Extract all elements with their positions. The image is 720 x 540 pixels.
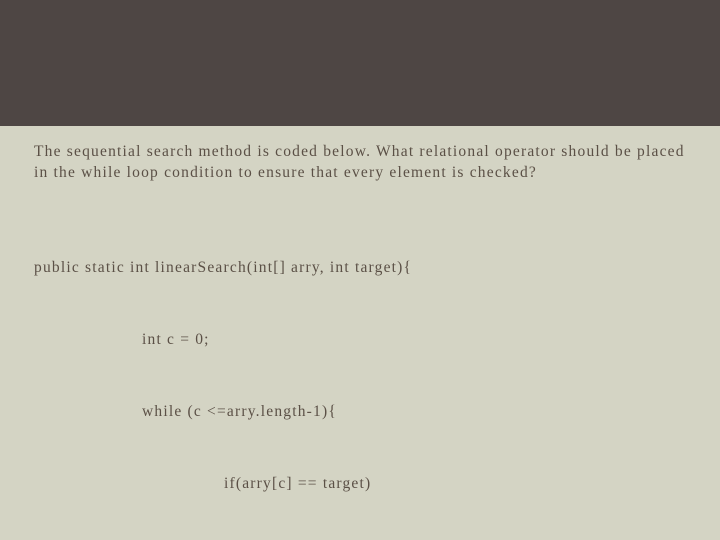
code-line-2: while (c <=arry.length-1){: [34, 400, 686, 424]
slide-content: The sequential search method is coded be…: [0, 126, 720, 540]
code-line-3: if(arry[c] == target): [34, 472, 686, 496]
code-block: public static int linearSearch(int[] arr…: [34, 208, 686, 540]
slide-header-bar: [0, 0, 720, 126]
question-text: The sequential search method is coded be…: [34, 142, 686, 184]
code-line-0: public static int linearSearch(int[] arr…: [34, 256, 686, 280]
code-line-1: int c = 0;: [34, 328, 686, 352]
